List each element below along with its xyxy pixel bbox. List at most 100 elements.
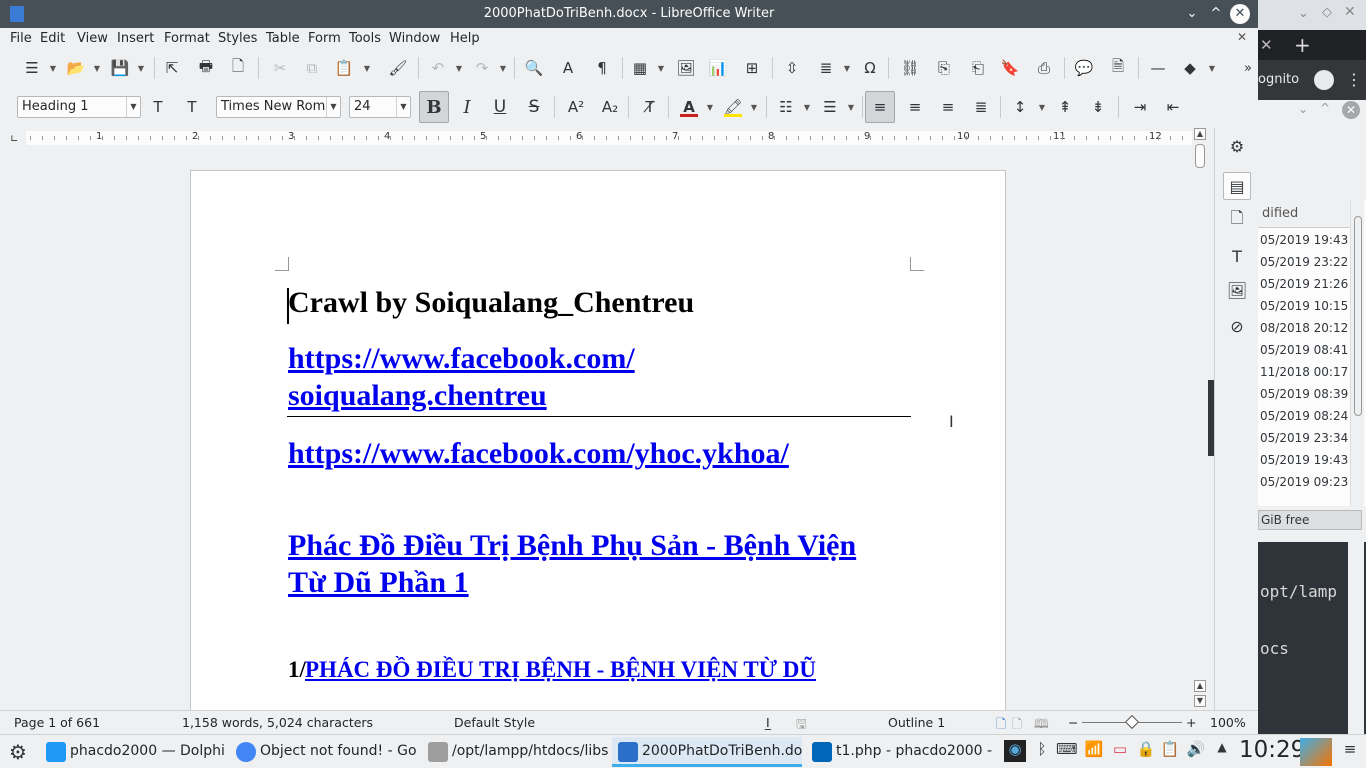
chevron-down-icon[interactable]: ▼ bbox=[1207, 56, 1217, 80]
increase-paragraph-spacing-icon[interactable]: ⇞ bbox=[1053, 95, 1077, 119]
chevron-down-icon[interactable]: ▼ bbox=[48, 56, 58, 80]
chevron-down-icon[interactable]: ▼ bbox=[126, 97, 140, 117]
line-spacing-icon[interactable]: ↕ bbox=[1008, 95, 1032, 119]
align-right-button[interactable]: ≡ bbox=[936, 95, 960, 119]
keyboard-icon[interactable]: ⌨ bbox=[1056, 740, 1078, 762]
formatting-marks-icon[interactable]: ¶ bbox=[590, 56, 614, 80]
font-color-icon[interactable]: A bbox=[677, 95, 701, 119]
scroll-up-icon[interactable]: ▲ bbox=[1194, 128, 1206, 140]
menu-table[interactable]: Table bbox=[266, 31, 300, 46]
copy-icon[interactable]: ⧉ bbox=[300, 56, 324, 80]
decrease-indent-icon[interactable]: ⇤ bbox=[1161, 95, 1185, 119]
gallery-icon[interactable]: 🖼 bbox=[1223, 276, 1251, 304]
chevron-down-icon[interactable]: ▼ bbox=[802, 95, 812, 119]
insert-table-icon[interactable]: ▦ bbox=[628, 56, 652, 80]
chevron-down-icon[interactable]: ▼ bbox=[454, 56, 464, 80]
decrease-paragraph-spacing-icon[interactable]: ⇟ bbox=[1086, 95, 1110, 119]
page-icon[interactable]: 🗋 bbox=[1223, 206, 1251, 234]
horizontal-ruler[interactable]: ∟ 1 2 3 4 5 6 7 8 9 10 11 12 bbox=[0, 128, 1194, 148]
cross-reference-icon[interactable]: ⎙ bbox=[1032, 56, 1056, 80]
page-count[interactable]: Page 1 of 661 bbox=[14, 715, 100, 730]
chevron-down-icon[interactable]: ▼ bbox=[842, 56, 852, 80]
menu-styles[interactable]: Styles bbox=[218, 31, 257, 46]
redo-icon[interactable]: ↷ bbox=[470, 56, 494, 80]
file-list-row[interactable]: 05/2019 19:43 bbox=[1258, 450, 1350, 472]
close-document-icon[interactable]: ✕ bbox=[1237, 30, 1247, 44]
single-page-view-icon[interactable]: 🗋 bbox=[996, 715, 1006, 736]
zoom-percentage[interactable]: 100% bbox=[1210, 715, 1246, 730]
facebook-link-yhoc[interactable]: https://www.facebook.com/yhoc.ykhoa/ bbox=[288, 437, 789, 471]
incognito-icon[interactable] bbox=[1314, 70, 1334, 90]
menu-edit[interactable]: Edit bbox=[40, 31, 65, 46]
chrome-titlebar[interactable]: ⌄ ◇ ✕ bbox=[1258, 0, 1366, 30]
clear-formatting-icon[interactable]: T̸ bbox=[638, 95, 662, 119]
print-icon[interactable]: 🖶 bbox=[194, 56, 218, 80]
chevron-down-icon[interactable]: ▼ bbox=[326, 97, 340, 117]
page-break-icon[interactable]: ⇳ bbox=[780, 56, 804, 80]
clone-formatting-icon[interactable]: 🖌 bbox=[386, 56, 410, 80]
align-left-button[interactable]: ≡ bbox=[865, 91, 895, 123]
file-list-row[interactable]: 11/2018 00:17 bbox=[1258, 362, 1350, 384]
navigator-icon[interactable]: ⊘ bbox=[1223, 312, 1251, 340]
facebook-link-soiqualang[interactable]: https://www.facebook.com/ bbox=[288, 342, 635, 376]
vertical-scrollbar[interactable]: ▲ ▲ ▼ bbox=[1192, 128, 1208, 710]
dolphin-maximize-icon[interactable]: ^ bbox=[1320, 101, 1330, 115]
titlebar[interactable]: 2000PhatDoTriBenh.docx - LibreOffice Wri… bbox=[0, 0, 1258, 28]
chevron-down-icon[interactable]: ▼ bbox=[92, 56, 102, 80]
file-list-scrollbar[interactable] bbox=[1350, 200, 1364, 506]
menu-format[interactable]: Format bbox=[164, 31, 210, 46]
numbered-list-icon[interactable]: ☰ bbox=[818, 95, 842, 119]
increase-indent-icon[interactable]: ⇥ bbox=[1128, 95, 1152, 119]
chevron-down-icon[interactable]: ▼ bbox=[705, 95, 715, 119]
file-list-row[interactable]: 05/2019 08:41 bbox=[1258, 340, 1350, 362]
highlight-color-icon[interactable]: 🖍 bbox=[721, 95, 745, 119]
facebook-link-soiqualang-continued[interactable]: soiqualang.chentreu bbox=[288, 379, 547, 413]
section-title-link[interactable]: PHÁC ĐỒ ĐIỀU TRỊ BỆNH - BỆNH VIỆN TỪ DŨ bbox=[305, 657, 816, 683]
paste-icon[interactable]: 📋 bbox=[332, 56, 356, 80]
task-writer[interactable]: 2000PhatDoTriBenh.do... bbox=[612, 737, 802, 767]
bluetooth-icon[interactable]: ᛒ bbox=[1032, 740, 1052, 762]
scroll-thumb[interactable] bbox=[1195, 144, 1205, 168]
cut-icon[interactable]: ✂ bbox=[268, 56, 292, 80]
file-list-row[interactable]: 05/2019 10:15 bbox=[1258, 296, 1350, 318]
terminal-scrollbar[interactable] bbox=[1348, 542, 1364, 734]
basic-shapes-icon[interactable]: ◆ bbox=[1178, 56, 1202, 80]
chevron-down-icon[interactable]: ▼ bbox=[749, 95, 759, 119]
bold-button[interactable]: B bbox=[419, 91, 449, 123]
paragraph-style-select[interactable]: Heading 1 ▼ bbox=[17, 96, 141, 118]
endnote-icon[interactable]: ⎗ bbox=[966, 56, 990, 80]
tray-expand-icon[interactable]: ▲ bbox=[1212, 740, 1232, 762]
clipboard-icon[interactable]: 📋 bbox=[1160, 740, 1180, 762]
subscript-icon[interactable]: A₂ bbox=[598, 95, 622, 119]
minimize-icon[interactable]: ⌄ bbox=[1182, 4, 1202, 24]
insert-textbox-icon[interactable]: ⊞ bbox=[740, 56, 764, 80]
strikethrough-button[interactable]: S bbox=[522, 95, 546, 119]
sidebar-settings-icon[interactable]: ⚙ bbox=[1223, 132, 1251, 160]
document-modified-icon[interactable]: 🖫 bbox=[796, 715, 807, 736]
document-heading[interactable]: Crawl by Soiqualang_Chentreu bbox=[288, 286, 694, 320]
bullet-list-icon[interactable]: ☷ bbox=[774, 95, 798, 119]
chrome-restore-icon[interactable]: ◇ bbox=[1322, 5, 1332, 20]
file-list-row[interactable]: 08/2018 20:12 bbox=[1258, 318, 1350, 340]
application-launcher-icon[interactable]: ⚙ bbox=[8, 740, 28, 764]
spelling-icon[interactable]: A bbox=[556, 56, 580, 80]
file-list-row[interactable]: 05/2019 23:34 bbox=[1258, 428, 1350, 450]
maximize-icon[interactable]: ^ bbox=[1206, 4, 1226, 24]
footnote-icon[interactable]: ⎘ bbox=[932, 56, 956, 80]
menu-window[interactable]: Window bbox=[389, 31, 440, 46]
chevron-down-icon[interactable]: ▼ bbox=[498, 56, 508, 80]
lock-icon[interactable]: 🔒 bbox=[1136, 740, 1156, 762]
task-dolphin[interactable]: phacdo2000 — Dolphin bbox=[40, 737, 224, 767]
book-view-icon[interactable]: 🕮 bbox=[1034, 715, 1049, 736]
chrome-minimize-icon[interactable]: ⌄ bbox=[1298, 6, 1309, 21]
font-size-select[interactable]: 24 ▼ bbox=[349, 96, 411, 118]
menu-help[interactable]: Help bbox=[450, 31, 480, 46]
new-style-icon[interactable]: T bbox=[180, 95, 204, 119]
export-icon[interactable]: ⇱ bbox=[160, 56, 184, 80]
menu-insert[interactable]: Insert bbox=[117, 31, 154, 46]
bookmark-icon[interactable]: 🔖 bbox=[998, 56, 1022, 80]
volume-icon[interactable]: 🔊 bbox=[1186, 740, 1206, 762]
save-icon[interactable]: 💾 bbox=[108, 56, 132, 80]
font-name-select[interactable]: Times New Roman ▼ bbox=[216, 96, 341, 118]
undo-icon[interactable]: ↶ bbox=[426, 56, 450, 80]
